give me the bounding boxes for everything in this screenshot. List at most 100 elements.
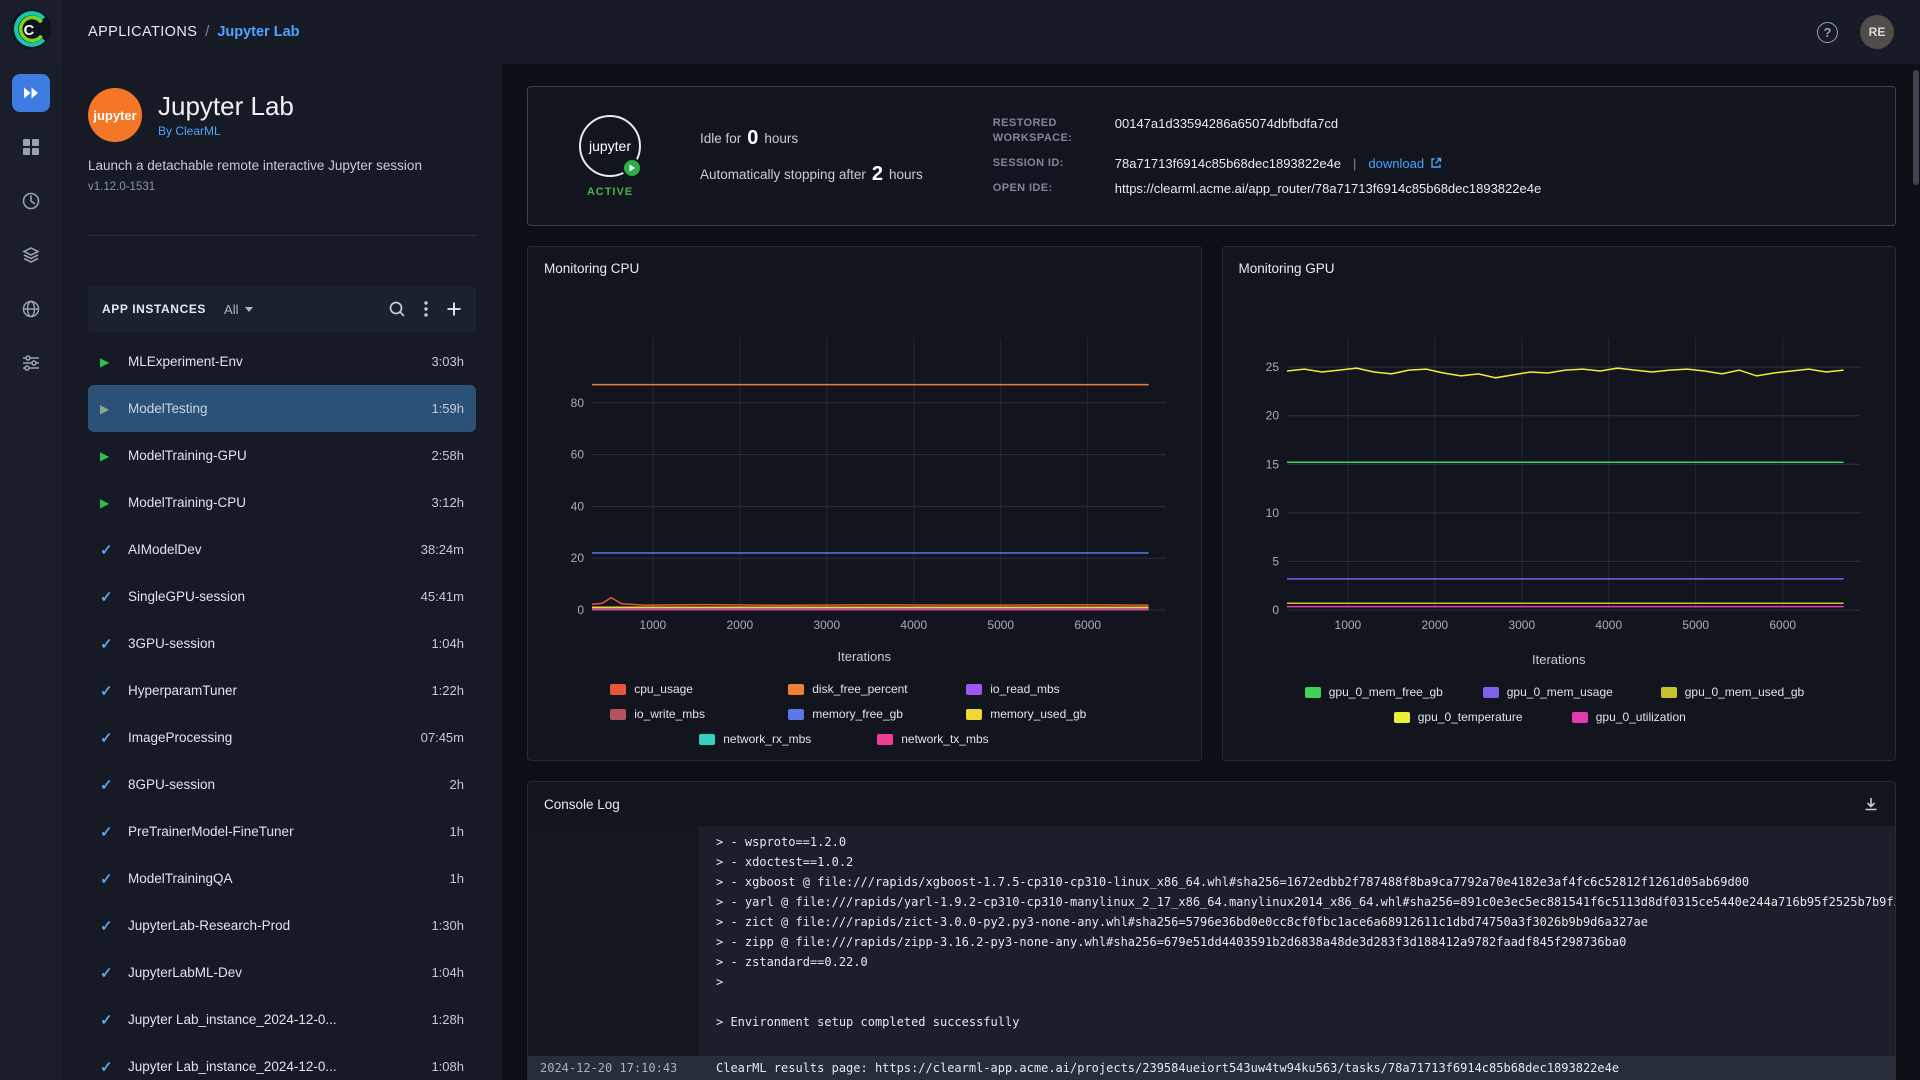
legend-item[interactable]: gpu_0_mem_usage <box>1482 685 1635 699</box>
legend-item[interactable]: io_write_mbs <box>610 707 762 721</box>
list-item[interactable]: ▶ ModelTraining-GPU 2:58h <box>88 432 476 479</box>
gpu-chart[interactable]: 1000 2000 3000 4000 5000 6000 0 5 10 15 20 25 <box>1239 280 1879 652</box>
app-instances-title: APP INSTANCES <box>102 302 207 316</box>
list-item[interactable]: ✓ SingleGPU-session 45:41m <box>88 573 476 620</box>
play-icon: ▶ <box>100 495 110 510</box>
legend-item[interactable]: memory_used_gb <box>966 707 1118 721</box>
legend-item[interactable]: disk_free_percent <box>788 682 940 696</box>
list-item[interactable]: ✓ HyperparamTuner 1:22h <box>88 667 476 714</box>
sidebar-item-pipelines[interactable] <box>0 282 62 336</box>
session-id-value: 78a71713f6914c85b68dec1893822e4e <box>1114 155 1342 171</box>
idle-suffix: hours <box>764 130 799 146</box>
svg-text:80: 80 <box>571 396 585 410</box>
sidebar-item-projects[interactable] <box>0 120 62 174</box>
instance-name: MLExperiment-Env <box>128 354 243 369</box>
add-instance-button[interactable] <box>446 301 462 317</box>
legend-item[interactable]: io_read_mbs <box>966 682 1118 696</box>
open-ide-field: OPEN IDE: https://clearml.acme.ai/app_ro… <box>993 181 1865 196</box>
list-item[interactable]: ✓ Jupyter Lab_instance_2024-12-0... 1:28h <box>88 996 476 1043</box>
download-log-icon[interactable] <box>1863 796 1879 812</box>
list-item[interactable]: ✓ 3GPU-session 1:04h <box>88 620 476 667</box>
jupyter-logo-text: jupyter <box>588 137 632 154</box>
legend-label: gpu_0_mem_free_gb <box>1328 685 1443 699</box>
legend-item[interactable]: gpu_0_mem_used_gb <box>1660 685 1813 699</box>
console-log-body[interactable]: > - wsproto==1.2.0 > - xdoctest==1.0.2 > -… <box>528 826 1895 1080</box>
instance-name: JupyterLabML-Dev <box>128 965 243 980</box>
ide-url-value[interactable]: https://clearml.acme.ai/app_router/78a71… <box>1115 181 1541 196</box>
svg-text:3000: 3000 <box>1508 618 1535 632</box>
console-log-line: > Environment setup completed successful… <box>528 1012 1895 1032</box>
chart-title: Monitoring GPU <box>1238 261 1335 276</box>
list-item[interactable]: ✓ 8GPU-session 2h <box>88 761 476 808</box>
instance-name: ModelTraining-CPU <box>128 495 247 510</box>
kebab-menu-icon[interactable] <box>424 301 428 317</box>
sidebar-item-applications[interactable] <box>0 66 62 120</box>
svg-text:20: 20 <box>571 551 585 565</box>
check-icon: ✓ <box>100 870 113 888</box>
idle-prefix: Idle for <box>700 130 742 146</box>
list-item[interactable]: ▶ MLExperiment-Env 3:03h <box>88 338 476 385</box>
scrollbar-thumb[interactable] <box>1913 70 1919 185</box>
check-icon: ✓ <box>100 776 113 794</box>
legend-item[interactable]: gpu_0_temperature <box>1393 710 1546 724</box>
legend-item[interactable]: gpu_0_utilization <box>1571 710 1724 724</box>
autostop-suffix: hours <box>888 166 923 182</box>
legend-swatch <box>1304 686 1321 698</box>
legend-item[interactable]: network_tx_mbs <box>877 732 1029 746</box>
legend-item[interactable]: memory_free_gb <box>788 707 940 721</box>
legend-label: network_rx_mbs <box>723 732 812 746</box>
app-byline-link[interactable]: By ClearML <box>158 124 294 138</box>
instance-duration: 1:04h <box>431 965 464 980</box>
legend-swatch <box>966 683 983 695</box>
log-timestamp <box>528 1012 698 1032</box>
avatar[interactable]: RE <box>1860 15 1894 49</box>
jupyter-session-logo: jupyter <box>579 114 642 178</box>
app-instances-header: APP INSTANCES All <box>88 286 476 332</box>
legend-item[interactable]: network_rx_mbs <box>699 732 851 746</box>
legend-label: gpu_0_utilization <box>1595 710 1686 724</box>
list-item[interactable]: ✓ JupyterLabML-Dev 1:04h <box>88 949 476 996</box>
autostop-hours-value: 2 <box>871 162 883 185</box>
console-log-card: Console Log > - wsproto==1.2.0 > - xdocte… <box>527 781 1896 1080</box>
check-icon: ✓ <box>100 541 113 559</box>
help-icon[interactable]: ? <box>1817 21 1838 43</box>
log-text: > <box>716 975 724 989</box>
log-text: > - zipp @ file:///rapids/zipp-3.16.2-py… <box>716 935 1627 949</box>
legend-item[interactable]: cpu_usage <box>610 682 762 696</box>
log-timestamp <box>528 972 698 992</box>
sidebar-item-datasets[interactable] <box>0 228 62 282</box>
x-axis-label: Iterations <box>837 649 891 664</box>
instance-duration: 2:58h <box>431 448 464 463</box>
list-item[interactable]: ▶ ModelTesting 1:59h <box>88 385 476 432</box>
legend-label: io_read_mbs <box>990 682 1060 696</box>
instance-name: ImageProcessing <box>128 730 233 745</box>
app-description: Launch a detachable remote interactive J… <box>88 158 422 173</box>
log-timestamp <box>528 852 698 872</box>
download-workspace-link[interactable]: download <box>1368 156 1442 171</box>
list-item[interactable]: ✓ ImageProcessing 07:45m <box>88 714 476 761</box>
workspace-id-value: 00147a1d33594286a65074dbfbdfa7cd <box>1114 116 1339 132</box>
list-item[interactable]: ✓ Jupyter Lab_instance_2024-12-0... 1:08h <box>88 1043 476 1080</box>
instance-name: JupyterLab-Research-Prod <box>128 918 291 933</box>
list-item[interactable]: ▶ ModelTraining-CPU 3:12h <box>88 479 476 526</box>
legend-item[interactable]: gpu_0_mem_free_gb <box>1304 685 1457 699</box>
search-icon[interactable] <box>388 300 406 318</box>
divider <box>88 235 476 236</box>
check-icon: ✓ <box>100 682 113 700</box>
instances-filter-dropdown[interactable]: All <box>224 302 253 317</box>
list-item[interactable]: ✓ ModelTrainingQA 1h <box>88 855 476 902</box>
applications-icon <box>12 74 50 112</box>
sidebar-item-orchestration[interactable] <box>0 336 62 390</box>
sidebar-item-reports[interactable] <box>0 174 62 228</box>
list-item[interactable]: ✓ AIModelDev 38:24m <box>88 526 476 573</box>
svg-text:2000: 2000 <box>727 618 754 632</box>
breadcrumb-applications[interactable]: APPLICATIONS <box>88 24 197 40</box>
instance-name: PreTrainerModel-FineTuner <box>128 824 294 839</box>
instance-duration: 38:24m <box>420 542 464 557</box>
cpu-chart[interactable]: 1000 2000 3000 4000 5000 6000 0 20 40 60 80 <box>544 280 1184 649</box>
clearml-logo[interactable]: C <box>10 8 52 50</box>
field-label: OPEN IDE: <box>992 181 1053 194</box>
list-item[interactable]: ✓ PreTrainerModel-FineTuner 1h <box>88 808 476 855</box>
log-timestamp <box>528 892 698 912</box>
list-item[interactable]: ✓ JupyterLab-Research-Prod 1:30h <box>88 902 476 949</box>
